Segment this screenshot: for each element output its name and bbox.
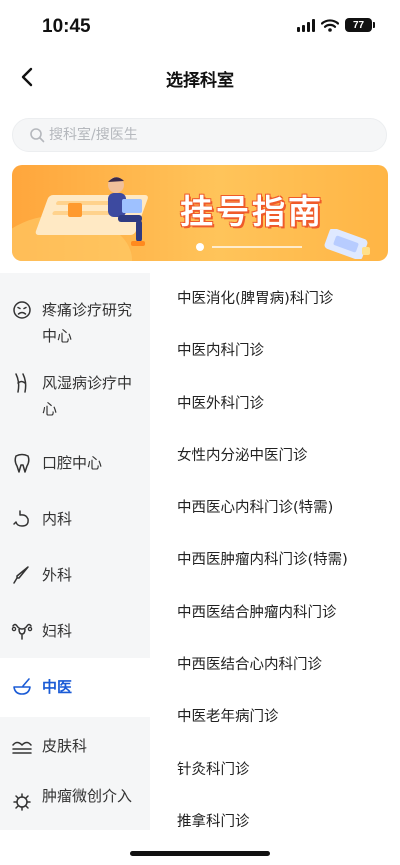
sidebar-item-label: 口腔中心 <box>42 454 103 472</box>
department-item[interactable]: 中西医结合心内科门诊 <box>150 639 400 691</box>
phone-illustration <box>324 229 370 259</box>
wifi-icon <box>321 18 339 32</box>
virus-icon <box>11 791 33 813</box>
department-item[interactable]: 中西医心内科门诊(特需) <box>150 482 400 534</box>
uterus-icon <box>11 620 33 642</box>
sidebar-item-dermatology[interactable]: 皮肤科 <box>0 717 150 773</box>
nav-header: 选择科室 <box>0 52 400 102</box>
department-item[interactable]: 针灸科门诊 <box>150 744 400 796</box>
banner-dot <box>196 243 204 251</box>
sidebar-item-surgery[interactable]: 外科 <box>0 546 150 602</box>
cellular-signal-icon <box>297 18 315 32</box>
sidebar-item-label: 皮肤科 <box>42 737 88 755</box>
sidebar-item-label: 疼痛诊疗研究中心 <box>42 301 133 345</box>
sidebar-item-gynecology[interactable]: 妇科 <box>0 602 150 658</box>
joint-icon <box>11 372 33 394</box>
search-bar[interactable] <box>12 118 387 152</box>
guide-banner[interactable]: 挂号指南 <box>12 165 388 261</box>
department-item[interactable]: 中医内科门诊 <box>150 325 400 377</box>
mortar-icon <box>11 676 33 698</box>
status-time: 10:45 <box>42 16 91 37</box>
sidebar-item-label: 外科 <box>42 566 73 584</box>
department-list: 中医消化(脾胃病)科门诊 中医内科门诊 中医外科门诊 女性内分泌中医门诊 中西医… <box>150 273 400 830</box>
page-title: 选择科室 <box>166 71 234 91</box>
sidebar-item-dental[interactable]: 口腔中心 <box>0 434 150 490</box>
home-indicator[interactable] <box>130 851 270 856</box>
department-item[interactable]: 推拿科门诊 <box>150 796 400 830</box>
search-input[interactable] <box>49 127 349 143</box>
sidebar-item-tcm[interactable]: 中医 <box>0 658 150 717</box>
sidebar-item-label: 内科 <box>42 510 73 528</box>
banner-title: 挂号指南 <box>180 192 324 231</box>
department-item[interactable]: 中医外科门诊 <box>150 378 400 430</box>
sidebar-item-label: 风湿病诊疗中心 <box>42 374 133 418</box>
pain-face-icon <box>11 299 33 321</box>
sidebar-item-internal-medicine[interactable]: 内科 <box>0 490 150 546</box>
sidebar-item-rheumatology[interactable]: 风湿病诊疗中心 <box>0 356 150 434</box>
department-item[interactable]: 中西医肿瘤内科门诊(特需) <box>150 534 400 586</box>
sidebar-item-pain-center[interactable]: 疼痛诊疗研究中心 <box>0 273 150 356</box>
department-item[interactable]: 中西医结合肿瘤内科门诊 <box>150 587 400 639</box>
category-sidebar: 疼痛诊疗研究中心 风湿病诊疗中心 口腔中心 内科 外科 妇科 中医 皮肤科 肿瘤… <box>0 273 150 830</box>
department-item[interactable]: 中医老年病门诊 <box>150 691 400 743</box>
sidebar-item-label: 中医 <box>42 678 73 696</box>
sidebar-item-tumor-intervention[interactable]: 肿瘤微创介入 <box>0 773 150 830</box>
banner-illustration <box>35 177 148 246</box>
scalpel-icon <box>11 564 33 586</box>
skin-icon <box>11 735 33 757</box>
department-item[interactable]: 女性内分泌中医门诊 <box>150 430 400 482</box>
tooth-icon <box>11 452 33 474</box>
search-icon <box>30 128 45 143</box>
sidebar-item-label: 妇科 <box>42 622 73 640</box>
battery-icon: 77 <box>345 18 375 32</box>
department-item[interactable]: 中医消化(脾胃病)科门诊 <box>150 273 400 325</box>
sidebar-item-label: 肿瘤微创介入 <box>42 787 133 805</box>
department-picker: 疼痛诊疗研究中心 风湿病诊疗中心 口腔中心 内科 外科 妇科 中医 皮肤科 肿瘤… <box>0 273 400 830</box>
status-icons: 77 <box>297 18 375 32</box>
status-bar: 10:45 77 <box>0 0 400 52</box>
stomach-icon <box>11 508 33 530</box>
